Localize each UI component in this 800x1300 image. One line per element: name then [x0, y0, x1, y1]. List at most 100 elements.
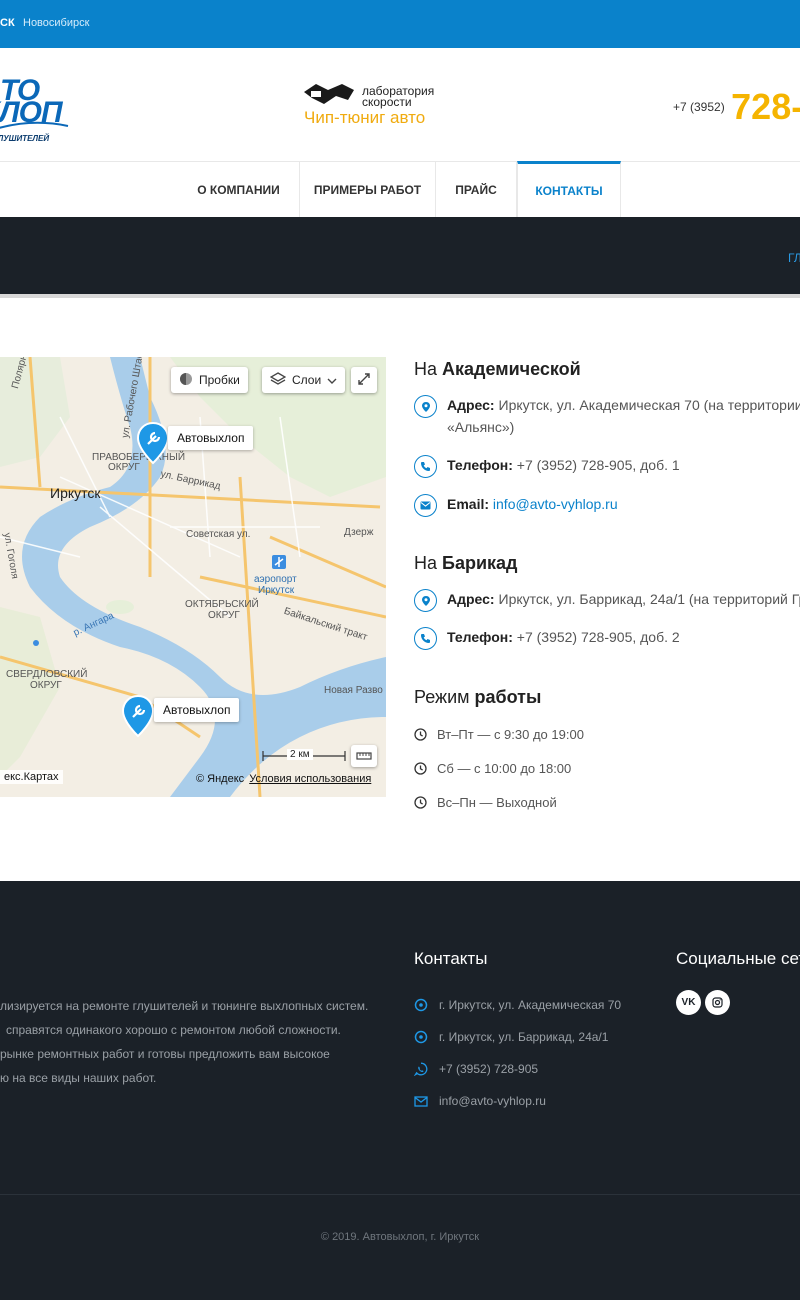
office-1-title: На Академической: [414, 359, 581, 380]
chevron-down-icon: [327, 373, 337, 387]
map-traffic-button[interactable]: Пробки: [171, 367, 248, 393]
phone-icon: [414, 455, 437, 478]
map-open-in-yandex[interactable]: екс.Картах: [0, 770, 63, 784]
speed-lab-logo[interactable]: лаборатория скорости Чип-тюниг авто: [302, 80, 462, 130]
city-current[interactable]: СК: [0, 17, 15, 29]
location-pin-icon: [414, 395, 437, 418]
traffic-icon: [179, 372, 193, 389]
vk-icon[interactable]: VK: [676, 990, 701, 1015]
map-fullscreen-button[interactable]: [351, 367, 377, 393]
office-2-phone-value[interactable]: +7 (3952) 728-905, доб. 2: [517, 629, 680, 645]
office-1-address-value-2: «Альянс»): [447, 419, 515, 435]
map-scale: 2 км: [262, 747, 346, 765]
map-label-airport-2: Иркутск: [258, 585, 295, 596]
hours-row-text: Вт–Пт — с 9:30 до 19:00: [437, 727, 584, 742]
map-attribution: © Яндекс Условия использования: [196, 773, 371, 785]
footer-about-line: лизируется на ремонте глушителей и тюнин…: [0, 999, 369, 1013]
map-terms-link[interactable]: Условия использования: [249, 773, 371, 785]
office-1-address-label: Адрес:: [447, 397, 495, 413]
hours-title: Режим работы: [414, 687, 541, 708]
footer-contact-text: г. Иркутск, ул. Академическая 70: [439, 998, 622, 1012]
map-layers-label: Слои: [292, 373, 322, 387]
map-layers-button[interactable]: Слои: [262, 367, 346, 393]
site-footer: лизируется на ремонте глушителей и тюнин…: [0, 881, 800, 1300]
hours-row-text: Вс–Пн — Выходной: [437, 795, 557, 810]
site-logo[interactable]: ТО ХЛОП НТ ГЛУШИТЕЛЕЙ: [0, 70, 90, 143]
breadcrumb-home[interactable]: ГЛ: [788, 251, 800, 265]
map-pin-1-label[interactable]: Автовыхлоп: [168, 426, 254, 450]
map-label-sverdl-1: СВЕРДЛОВСКИЙ: [6, 669, 88, 680]
office-2-address-label: Адрес:: [447, 591, 495, 607]
footer-divider: [0, 1194, 800, 1195]
map-label-sovetskaya: Советская ул.: [186, 529, 251, 540]
map-label-airport-1: аэропорт: [254, 574, 297, 585]
office-1-title-bold: Академической: [442, 359, 581, 379]
location-dot-icon: [414, 1030, 428, 1044]
map-label-dzerzh: Дзерж: [344, 527, 374, 538]
lab-tagline: Чип-тюниг авто: [304, 108, 426, 127]
office-1-email-link[interactable]: info@avto-vyhlop.ru: [493, 496, 618, 512]
map-label-sverdl-2: ОКРУГ: [30, 680, 62, 691]
main-nav: О КОМПАНИИ ПРИМЕРЫ РАБОТ ПРАЙС КОНТАКТЫ: [0, 161, 800, 218]
location-dot-icon: [414, 998, 428, 1012]
clock-icon: [414, 796, 427, 809]
page-title-band: ГЛ: [0, 217, 800, 294]
office-1-phone-value[interactable]: +7 (3952) 728-905, доб. 1: [517, 457, 680, 473]
map-pin-2-label[interactable]: Автовыхлоп: [154, 698, 240, 722]
map-label-oktyabr-1: ОКТЯБРЬСКИЙ: [185, 599, 259, 610]
office-1-phone-label: Телефон:: [447, 457, 513, 473]
hours-title-bold: работы: [474, 687, 542, 707]
footer-contact-text: г. Иркутск, ул. Баррикад, 24а/1: [439, 1030, 609, 1044]
footer-contacts-title: Контакты: [414, 949, 488, 968]
yandex-map[interactable]: Полярная ул. ул. Рабочего Штаб ПРАВОБЕРЕ…: [0, 357, 386, 797]
office-2-title: На Барикад: [414, 553, 518, 574]
logo-text-3: НТ ГЛУШИТЕЛЕЙ: [0, 134, 50, 143]
office-2-title-bold: Барикад: [442, 553, 518, 573]
map-ruler-button[interactable]: [351, 745, 377, 767]
whatsapp-icon: [414, 1062, 428, 1076]
map-pin-1-icon[interactable]: [136, 421, 170, 465]
footer-about-line: рынке ремонтных работ и готовы предложит…: [0, 1047, 330, 1061]
map-pin-2-icon[interactable]: [121, 694, 155, 738]
footer-contact-text[interactable]: +7 (3952) 728-905: [439, 1062, 538, 1076]
expand-icon: [358, 372, 370, 388]
top-bar: СК Новосибирск: [0, 0, 800, 48]
nav-item-about[interactable]: О КОМПАНИИ: [178, 162, 300, 218]
map-label-novaya: Новая Разво: [324, 685, 383, 696]
footer-about-line: ю на все виды наших работ.: [0, 1071, 157, 1085]
envelope-icon: [414, 1096, 428, 1107]
lab-text-2: скорости: [362, 95, 412, 109]
layers-icon: [269, 371, 287, 389]
office-2-phone-label: Телефон:: [447, 629, 513, 645]
hours-title-light: Режим: [414, 687, 470, 707]
yandex-copyright: © Яндекс: [196, 773, 245, 785]
nav-item-price[interactable]: ПРАЙС: [436, 162, 517, 218]
clock-icon: [414, 762, 427, 775]
hours-row-text: Сб — с 10:00 до 18:00: [437, 761, 572, 776]
map-traffic-label: Пробки: [199, 373, 240, 387]
office-2-address-value: Иркутск, ул. Баррикад, 24а/1 (на террито…: [498, 591, 800, 607]
phone-code: +7 (3952): [673, 100, 725, 114]
footer-copyright: © 2019. Автовыхлоп, г. Иркутск: [320, 1231, 480, 1243]
header-phone[interactable]: +7 (3952) 728-9: [673, 86, 800, 128]
office-1-email-label: Email:: [447, 496, 490, 512]
city-link-novosibirsk[interactable]: Новосибирск: [23, 17, 89, 29]
phone-number: 728-9: [731, 86, 800, 127]
instagram-icon[interactable]: [705, 990, 730, 1015]
ruler-icon: [356, 749, 372, 763]
map-label-city: Иркутск: [50, 485, 101, 501]
speed-lab-emblem-icon: [304, 84, 354, 104]
map-scale-label: 2 км: [287, 749, 313, 760]
footer-contact-text[interactable]: info@avto-vyhlop.ru: [439, 1094, 546, 1108]
nav-item-contacts[interactable]: КОНТАКТЫ: [517, 161, 621, 218]
nav-item-works[interactable]: ПРИМЕРЫ РАБОТ: [300, 162, 436, 218]
divider: [0, 294, 800, 298]
footer-social-title: Социальные сет: [676, 949, 800, 968]
site-header: ТО ХЛОП НТ ГЛУШИТЕЛЕЙ лаборатория скорос…: [0, 48, 800, 161]
office-1-address-value: Иркутск, ул. Академическая 70 (на террит…: [498, 397, 800, 413]
office-1-title-light: На: [414, 359, 438, 379]
logo-swoosh-icon: [0, 121, 69, 129]
map-canvas: [0, 357, 386, 797]
map-label-oktyabr-2: ОКРУГ: [208, 610, 240, 621]
footer-about: лизируется на ремонте глушителей и тюнин…: [0, 994, 368, 1090]
